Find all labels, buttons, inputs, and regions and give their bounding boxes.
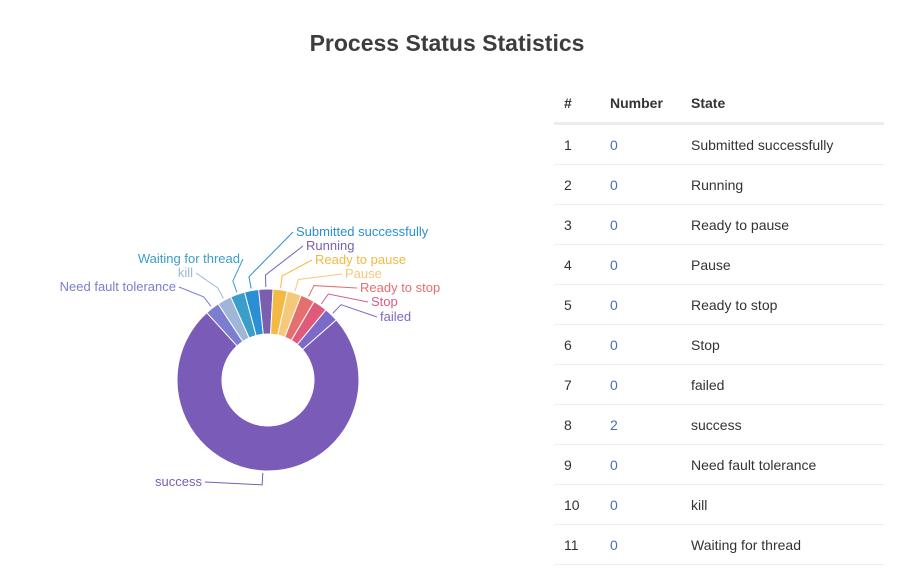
row-state: Running: [681, 164, 884, 205]
row-number: 0: [600, 164, 681, 205]
leader-line-stop: [320, 293, 369, 305]
table-row: 4 0 Pause: [554, 244, 884, 285]
header-number: Number: [600, 84, 681, 125]
row-state: kill: [681, 484, 884, 525]
leader-line-submitted-successfully: [248, 231, 294, 289]
slice-label-need-fault-tolerance: Need fault tolerance: [60, 279, 176, 294]
leader-line-pause: [294, 273, 343, 292]
row-state: Need fault tolerance: [681, 444, 884, 485]
row-number: 0: [600, 204, 681, 245]
row-number: 0: [600, 364, 681, 405]
row-index: 3: [554, 204, 600, 245]
slice-label-ready-to-pause: Ready to pause: [315, 252, 406, 267]
row-index: 6: [554, 324, 600, 365]
slice-label-failed: failed: [380, 309, 411, 324]
slice-label-ready-to-stop: Ready to stop: [360, 280, 440, 295]
table-row: 11 0 Waiting for thread: [554, 524, 884, 565]
row-index: 8: [554, 404, 600, 445]
leader-line-need-fault-tolerance: [178, 286, 212, 307]
table-row: 5 0 Ready to stop: [554, 284, 884, 325]
status-donut-chart: Submitted successfullyRunningReady to pa…: [60, 224, 441, 489]
slice-success[interactable]: [176, 311, 360, 472]
slice-label-waiting-for-thread: Waiting for thread: [138, 251, 240, 266]
row-state: success: [681, 404, 884, 445]
table-row: 6 0 Stop: [554, 324, 884, 365]
header-index: #: [554, 84, 600, 125]
row-number: 0: [600, 524, 681, 565]
slice-label-kill: kill: [178, 265, 193, 280]
row-index: 2: [554, 164, 600, 205]
row-number: 0: [600, 484, 681, 525]
row-state: Waiting for thread: [681, 524, 884, 565]
slice-label-stop: Stop: [371, 294, 398, 309]
row-state: Pause: [681, 244, 884, 285]
header-state: State: [681, 84, 884, 125]
slice-label-success: success: [155, 474, 202, 489]
row-number: 0: [600, 324, 681, 365]
slice-label-submitted-successfully: Submitted successfully: [296, 224, 429, 239]
table-row: 8 2 success: [554, 404, 884, 445]
leader-line-running: [265, 245, 304, 288]
table-row: 1 0 Submitted successfully: [554, 123, 884, 165]
row-index: 7: [554, 364, 600, 405]
leader-line-kill: [195, 272, 224, 299]
leader-line-ready-to-pause: [280, 259, 313, 288]
row-index: 5: [554, 284, 600, 325]
row-state: Submitted successfully: [681, 123, 884, 165]
row-index: 10: [554, 484, 600, 525]
leader-line-success: [204, 472, 264, 486]
row-index: 9: [554, 444, 600, 485]
row-number: 2: [600, 404, 681, 445]
row-number: 0: [600, 284, 681, 325]
table-row: 9 0 Need fault tolerance: [554, 444, 884, 485]
row-state: Ready to stop: [681, 284, 884, 325]
table-row: 2 0 Running: [554, 164, 884, 205]
status-table: # Number State 1 0 Submitted successfully …: [554, 84, 884, 565]
row-number: 0: [600, 244, 681, 285]
row-state: Ready to pause: [681, 204, 884, 245]
slice-label-pause: Pause: [345, 266, 382, 281]
slice-label-running: Running: [306, 238, 354, 253]
row-number: 0: [600, 123, 681, 165]
row-index: 4: [554, 244, 600, 285]
row-state: Stop: [681, 324, 884, 365]
row-index: 1: [554, 123, 600, 165]
row-state: failed: [681, 364, 884, 405]
table-row: 3 0 Ready to pause: [554, 204, 884, 245]
table-header-row: # Number State: [554, 84, 884, 125]
row-number: 0: [600, 444, 681, 485]
table-row: 10 0 kill: [554, 484, 884, 525]
row-index: 11: [554, 524, 600, 565]
table-row: 7 0 failed: [554, 364, 884, 405]
